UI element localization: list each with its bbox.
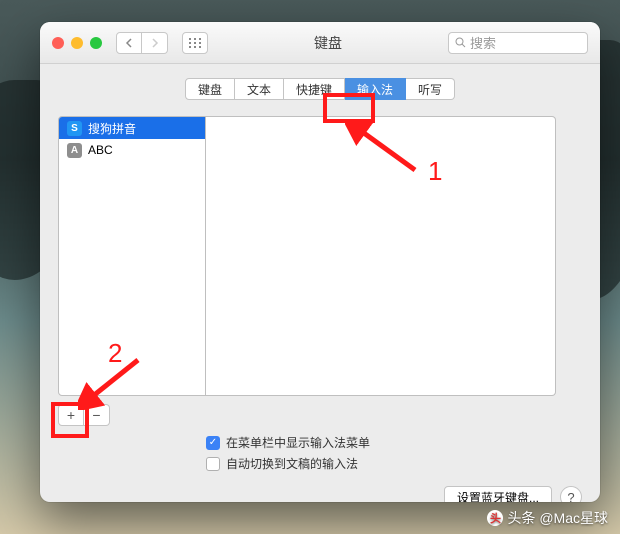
bluetooth-keyboard-button[interactable]: 设置蓝牙键盘... [444, 486, 552, 502]
nav-buttons [116, 32, 168, 54]
grid-icon [189, 38, 201, 48]
app-icon: A [67, 143, 82, 158]
search-icon [455, 37, 466, 48]
titlebar: 键盘 搜索 [40, 22, 600, 64]
input-source-detail [206, 116, 556, 396]
back-button[interactable] [116, 32, 142, 54]
list-item-label: ABC [88, 143, 113, 157]
tab-keyboard[interactable]: 键盘 [185, 78, 235, 100]
list-item-label: 搜狗拼音 [88, 120, 136, 137]
chevron-right-icon [151, 38, 159, 48]
search-placeholder: 搜索 [470, 33, 496, 52]
annotation-label-2: 2 [108, 338, 122, 369]
add-remove-group: + − [58, 404, 582, 426]
close-icon[interactable] [52, 37, 64, 49]
list-item[interactable]: S 搜狗拼音 [59, 117, 205, 139]
chevron-left-icon [125, 38, 133, 48]
forward-button[interactable] [142, 32, 168, 54]
tab-text[interactable]: 文本 [235, 78, 284, 100]
help-button[interactable]: ? [560, 486, 582, 502]
annotation-label-1: 1 [428, 156, 442, 187]
search-field[interactable]: 搜索 [448, 32, 588, 54]
preferences-window: 键盘 搜索 键盘 文本 快捷键 输入法 听写 S 搜狗拼音 A ABC [40, 22, 600, 502]
app-icon: S [67, 121, 82, 136]
window-title: 键盘 [216, 33, 440, 53]
checkbox-icon: ✓ [206, 436, 220, 450]
list-item[interactable]: A ABC [59, 139, 205, 161]
checkbox-show-in-menubar[interactable]: ✓ 在菜单栏中显示输入法菜单 [206, 434, 582, 451]
show-all-button[interactable] [182, 32, 208, 54]
tab-input-sources[interactable]: 输入法 [345, 78, 406, 100]
tab-shortcuts[interactable]: 快捷键 [284, 78, 345, 100]
checkbox-auto-switch[interactable]: 自动切换到文稿的输入法 [206, 455, 582, 472]
add-button[interactable]: + [58, 404, 84, 426]
input-source-list[interactable]: S 搜狗拼音 A ABC [58, 116, 206, 396]
remove-button[interactable]: − [84, 404, 110, 426]
zoom-icon[interactable] [90, 37, 102, 49]
minimize-icon[interactable] [71, 37, 83, 49]
tab-dictation[interactable]: 听写 [406, 78, 455, 100]
watermark: 头 头条 @Mac星球 [487, 508, 608, 528]
checkbox-icon [206, 457, 220, 471]
watermark-icon: 头 [487, 510, 503, 526]
tab-bar: 键盘 文本 快捷键 输入法 听写 [58, 78, 582, 100]
traffic-lights [52, 37, 102, 49]
